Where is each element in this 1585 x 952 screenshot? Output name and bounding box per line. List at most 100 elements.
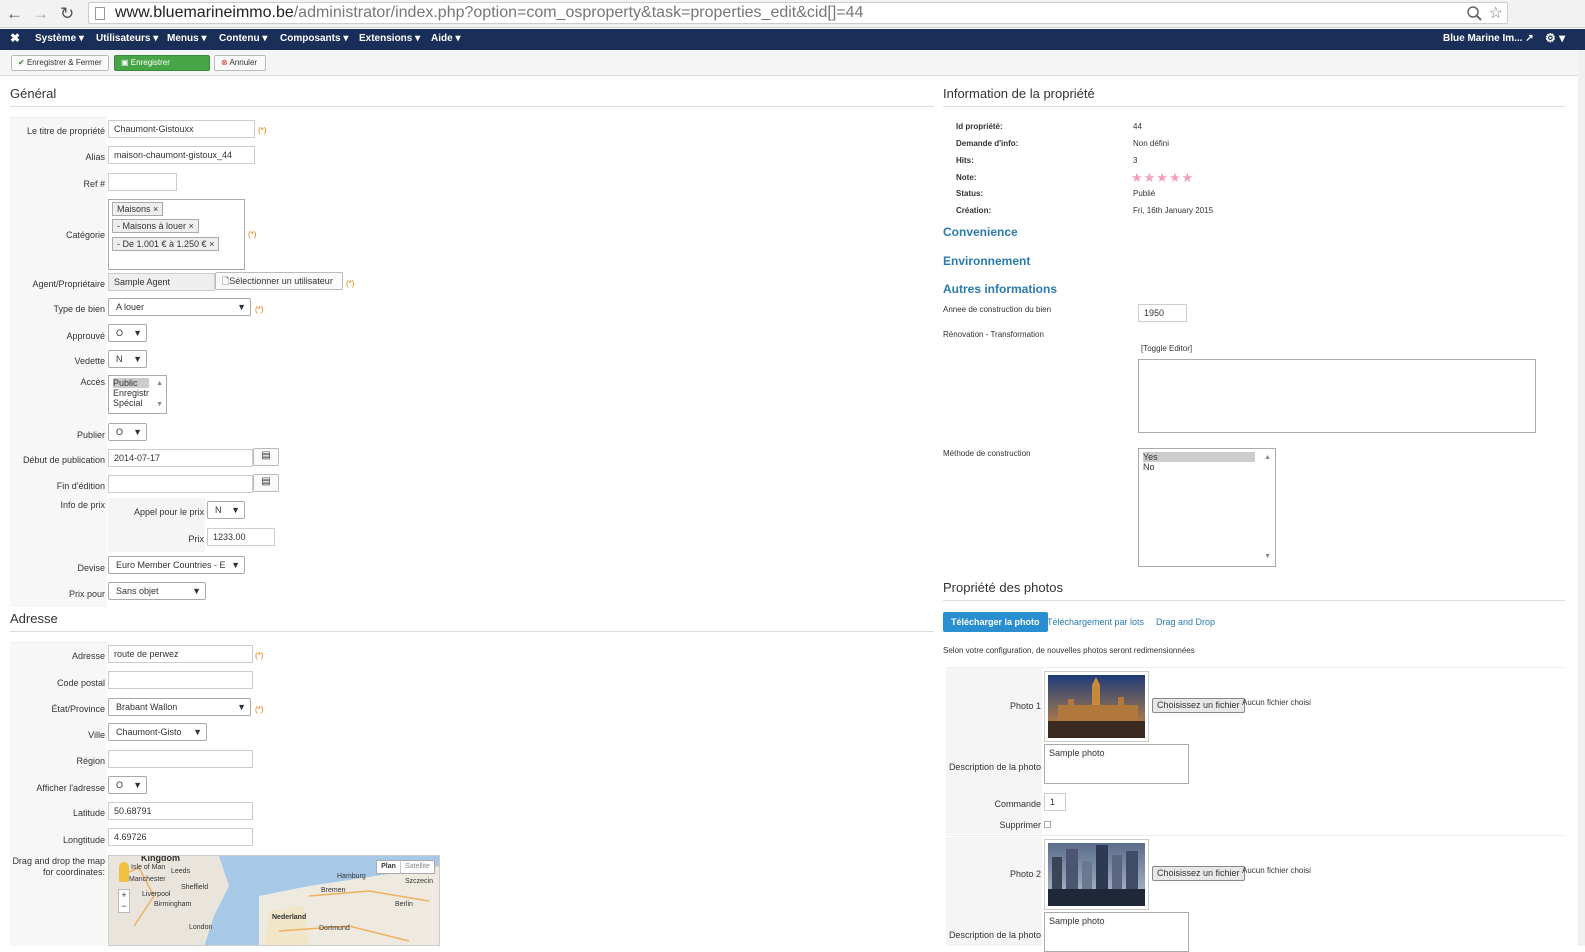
settings-gear-icon[interactable]: ⚙ ▾ xyxy=(1545,31,1565,45)
map-satellite-button[interactable]: Satellite xyxy=(401,861,434,873)
menu-users[interactable]: Utilisateurs ▾ xyxy=(96,33,158,44)
photo2-image xyxy=(1048,843,1145,906)
title-input[interactable]: Chaumont-Gistouxx xyxy=(108,120,255,138)
menu-content[interactable]: Contenu ▾ xyxy=(219,33,267,44)
no-file-text: Aucun fichier choisi xyxy=(1242,866,1311,875)
divider xyxy=(943,106,1565,107)
latitude-input[interactable]: 50.68791 xyxy=(108,802,253,820)
tab-batch-upload[interactable]: Téléchargement par lots xyxy=(1047,617,1144,627)
ref-input[interactable] xyxy=(108,173,177,191)
postal-input[interactable] xyxy=(108,671,253,689)
photo1-desc-textarea[interactable]: Sample photo xyxy=(1044,744,1189,784)
city-select[interactable]: Chaumont-Gistoux▼ xyxy=(108,723,207,741)
save-icon: ▣ xyxy=(121,58,129,67)
method-option[interactable]: No xyxy=(1143,462,1271,472)
category-tag[interactable]: - De 1.001 € à 1.250 € × xyxy=(112,237,220,251)
scroll-up-icon[interactable]: ▲ xyxy=(156,379,163,389)
call-price-select[interactable]: N ▼ xyxy=(207,501,245,519)
select-user-button[interactable]: 🗋Sélectionner un utilisateur xyxy=(215,272,343,290)
calendar-icon[interactable]: ▤ xyxy=(253,474,279,492)
longitude-input[interactable]: 4.69726 xyxy=(108,828,253,846)
remove-tag-icon[interactable]: × xyxy=(153,204,158,214)
remove-tag-icon[interactable]: × xyxy=(209,239,214,249)
menu-system[interactable]: Système ▾ xyxy=(35,33,84,44)
joomla-logo-icon[interactable]: ✖ xyxy=(10,31,20,45)
renovation-textarea[interactable] xyxy=(1138,359,1536,433)
scroll-down-icon[interactable]: ▼ xyxy=(1264,552,1271,562)
address-heading: Adresse xyxy=(10,611,58,626)
access-listbox[interactable]: Public Enregistré Spécial ▲ ▼ xyxy=(108,375,167,414)
reload-icon[interactable]: ↻ xyxy=(60,4,74,24)
category-tag[interactable]: - Maisons à louer × xyxy=(112,219,199,233)
page-scrollbar[interactable] xyxy=(1578,50,1585,946)
photo2-desc-textarea[interactable]: Sample photo xyxy=(1044,912,1189,952)
approved-select[interactable]: O ▼ xyxy=(108,324,147,342)
save-close-button[interactable]: ✔ Enregistrer & Fermer xyxy=(11,55,109,71)
photo1-image xyxy=(1048,675,1145,738)
type-select[interactable]: A louer ▼ xyxy=(108,298,251,316)
calendar-icon[interactable]: ▤ xyxy=(253,448,279,466)
choose-file-button[interactable]: Choisissez un fichier xyxy=(1152,698,1245,713)
other-info-heading[interactable]: Autres informations xyxy=(943,282,1057,296)
photo1-label: Photo 1 xyxy=(1009,701,1041,711)
access-label: Accès xyxy=(80,377,105,387)
map[interactable]: Kingdom Isle of Man Leeds Manchester She… xyxy=(108,855,440,946)
method-option[interactable]: Yes xyxy=(1143,452,1255,462)
featured-select[interactable]: N ▼ xyxy=(108,350,147,368)
pub-start-input[interactable]: 2014-07-17 xyxy=(108,449,253,467)
scroll-down-icon[interactable]: ▼ xyxy=(156,400,163,410)
forward-arrow-icon[interactable]: → xyxy=(32,4,49,24)
price-for-select[interactable]: Sans objet ▼ xyxy=(108,582,206,600)
zoom-control[interactable]: + − xyxy=(118,889,130,913)
method-listbox[interactable]: Yes No ▲ ▼ xyxy=(1138,448,1276,567)
state-select[interactable]: Brabant Wallon ▼ xyxy=(108,698,251,716)
year-input[interactable]: 1950 xyxy=(1138,304,1187,322)
menu-help[interactable]: Aide ▾ xyxy=(431,33,460,44)
toggle-editor-link[interactable]: [Toggle Editor] xyxy=(1141,344,1192,353)
order-input[interactable]: 1 xyxy=(1044,793,1066,811)
site-name-link[interactable]: Blue Marine Im... ↗ xyxy=(1443,33,1534,44)
agent-input: Sample Agent xyxy=(108,273,215,291)
alias-input[interactable]: maison-chaumont-gistoux_44 xyxy=(108,146,255,164)
show-address-select[interactable]: O ▼ xyxy=(108,776,147,794)
tab-upload-photo[interactable]: Télécharger la photo xyxy=(943,612,1048,632)
tab-drag-drop[interactable]: Drag and Drop xyxy=(1156,617,1215,627)
publish-select[interactable]: O ▼ xyxy=(108,423,147,441)
menu-components[interactable]: Composants ▾ xyxy=(280,33,348,44)
info-value: 3 xyxy=(1133,156,1138,165)
access-option[interactable]: Spécial xyxy=(113,398,149,408)
show-address-label: Afficher l'adresse xyxy=(36,783,105,793)
rating-stars-icon: ★★★★★ xyxy=(1131,170,1195,185)
map-city: Sheffield xyxy=(181,884,209,891)
delete-checkbox[interactable] xyxy=(1044,821,1051,828)
address-input[interactable]: route de perwez xyxy=(108,645,253,663)
access-option[interactable]: Public xyxy=(113,378,149,388)
cancel-button[interactable]: ⊗ Annuler xyxy=(214,55,266,71)
back-arrow-icon[interactable]: ← xyxy=(6,4,23,24)
currency-select[interactable]: Euro Member Countries - E ▼ xyxy=(108,556,245,574)
zoom-icon[interactable] xyxy=(1467,6,1483,22)
menu-extensions[interactable]: Extensions ▾ xyxy=(359,33,420,44)
menu-menus[interactable]: Menus ▾ xyxy=(167,33,206,44)
pegman-icon[interactable] xyxy=(119,862,129,882)
region-input[interactable] xyxy=(108,750,253,768)
scroll-up-icon[interactable]: ▲ xyxy=(1264,453,1271,463)
dropdown-arrow-icon: ▼ xyxy=(193,727,202,737)
info-label: Id propriété: xyxy=(956,122,1003,131)
access-option[interactable]: Enregistré xyxy=(113,388,149,398)
bookmark-star-icon[interactable]: ☆ xyxy=(1489,3,1503,23)
pub-end-input[interactable] xyxy=(108,475,253,493)
required-mark: (*) xyxy=(255,305,264,314)
environment-heading[interactable]: Environnement xyxy=(943,254,1030,268)
choose-file-button[interactable]: Choisissez un fichier xyxy=(1152,866,1245,881)
renovation-label: Rénovation - Transformation xyxy=(943,330,1044,339)
map-plan-button[interactable]: Plan xyxy=(377,861,401,873)
price-input[interactable]: 1233.00 xyxy=(207,528,275,546)
remove-tag-icon[interactable]: × xyxy=(189,221,194,231)
address-bar[interactable]: www.bluemarineimmo.be/administrator/inde… xyxy=(88,2,1508,24)
dropdown-arrow-icon: ▼ xyxy=(237,702,246,712)
dropdown-arrow-icon: ▼ xyxy=(133,328,142,338)
category-tag[interactable]: Maisons × xyxy=(112,202,164,216)
save-button[interactable]: ▣ Enregistrer xyxy=(114,55,210,71)
convenience-heading[interactable]: Convenience xyxy=(943,225,1018,239)
